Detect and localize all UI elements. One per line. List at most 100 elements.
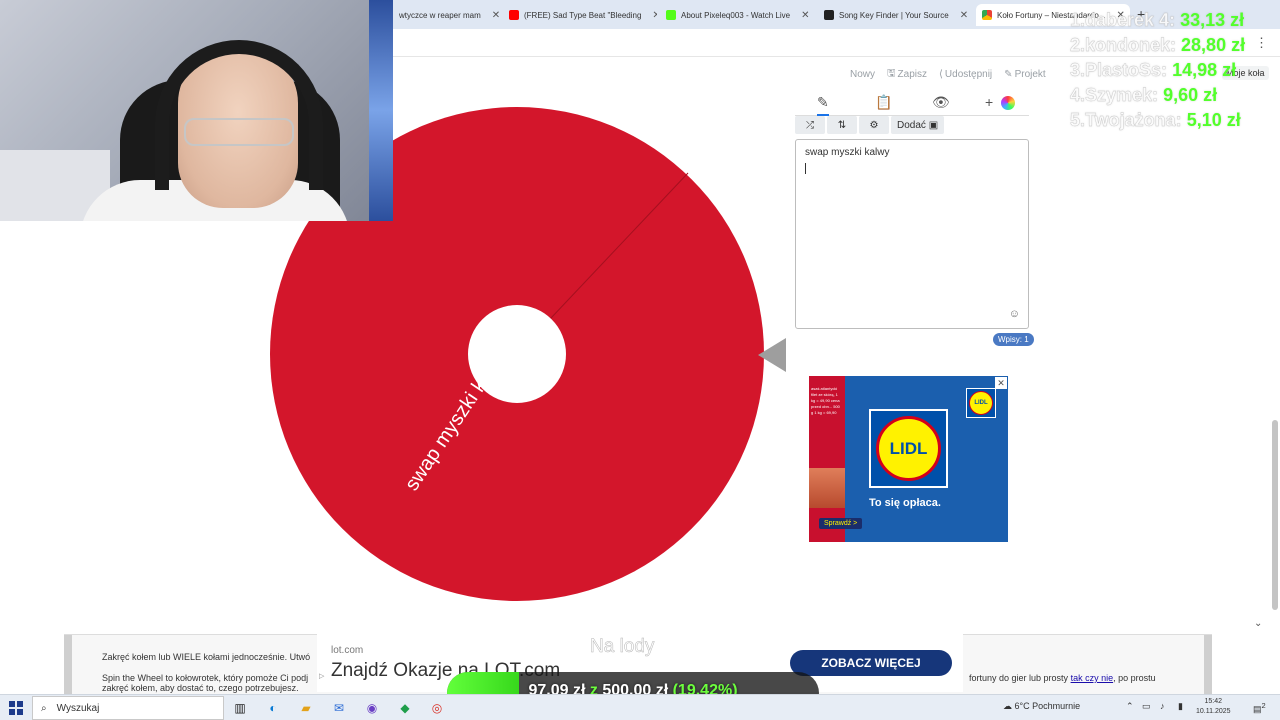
discord-icon[interactable]: ◉ — [363, 699, 381, 717]
donor-name: 1.daberek 4: — [1070, 10, 1176, 30]
browser-menu-icon[interactable]: ⋮ — [1255, 35, 1268, 51]
close-tab-icon[interactable]: ✕ — [954, 10, 968, 21]
add-tab-button[interactable]: + — [985, 94, 993, 110]
tab-label: (FREE) Sad Type Beat "Bleeding — [524, 10, 642, 20]
mail-icon[interactable]: ✉ — [330, 699, 348, 717]
settings-button[interactable]: ⚙ — [859, 116, 889, 134]
donor-amount: 14,98 zł — [1172, 60, 1237, 80]
ad-close-icon[interactable]: ✕ — [995, 377, 1007, 389]
notifications-icon[interactable]: ▤2 — [1253, 701, 1266, 715]
sort-button[interactable]: ⇅ — [827, 116, 857, 134]
webcam-overlay — [0, 0, 393, 221]
ad-tagline: To się opłaca. — [869, 497, 941, 509]
donor-amount: 33,13 zł — [1180, 10, 1245, 30]
speaker-icon[interactable]: ♪ — [1160, 701, 1165, 711]
leaderboard-row: 4.Szymek: 9,60 zł — [1070, 83, 1245, 108]
lidl-logo-small-text: LIDL — [969, 391, 993, 415]
donor-name: 5.Twojażona: — [1070, 110, 1182, 130]
donor-amount: 9,60 zł — [1163, 85, 1218, 105]
tab-label: wtyczce w reaper mam — [399, 10, 481, 20]
close-tab-icon[interactable]: ✕ — [795, 10, 809, 21]
donor-name: 2.kondonek: — [1070, 35, 1177, 55]
weather-widget[interactable]: ☁ 6°C Pochmurnie — [1003, 701, 1080, 712]
editor-tabs: ✎ 📋 👁 + — [795, 90, 1029, 116]
taskbar-clock[interactable]: 15:42 10.11.2025 — [1196, 697, 1231, 717]
add-image-button[interactable]: Dodać ▣ — [891, 116, 945, 134]
emoji-icon[interactable]: ☺ — [1009, 308, 1020, 320]
tab-label: Song Key Finder | Your Source — [839, 10, 949, 20]
leaderboard-row: 2.kondonek: 28,80 zł — [1070, 33, 1245, 58]
share-label: Udostępnij — [944, 69, 993, 80]
results-tab[interactable]: 📋 — [875, 94, 892, 111]
battery-icon[interactable]: ▮ — [1178, 701, 1183, 712]
ad-info-icon[interactable]: ▷ — [319, 672, 324, 680]
youtube-icon — [509, 10, 519, 20]
new-button[interactable]: Nowy — [850, 66, 875, 83]
leaderboard-row: 3.PlastoSs: 14,98 zł — [1070, 58, 1245, 83]
save-button[interactable]: 🖫 Zapisz — [887, 66, 927, 83]
chrome-taskbar-icon[interactable]: ◎ — [428, 699, 446, 717]
page-toolbar: Nowy 🖫 Zapisz ⟨ Udostępnij ✎ Projekt — [850, 66, 1046, 83]
description-text: Spin the Wheel to kołowrotek, który pomo… — [102, 673, 309, 683]
lidl-logo: LIDL — [869, 409, 948, 488]
donation-leaderboard: 1.daberek 4: 33,13 zł 2.kondonek: 28,80 … — [1070, 8, 1245, 133]
tray-overflow-icon[interactable]: ⌃ — [1126, 701, 1134, 712]
windows-start-icon[interactable] — [9, 701, 23, 715]
description-line: fortuny do gier lub prosty tak czy nie, … — [969, 673, 1156, 683]
close-tab-icon[interactable]: ✕ — [646, 10, 657, 21]
entries-count-badge: Wpisy: 1 — [993, 333, 1034, 346]
taskbar-search-input[interactable]: ⌕ Wyszukaj — [32, 696, 224, 720]
description-text: , po prostu — [1113, 673, 1156, 683]
vpn-icon[interactable]: ◆ — [396, 699, 414, 717]
save-label: Zapisz — [897, 69, 927, 80]
share-button[interactable]: ⟨ Udostępnij — [939, 66, 992, 83]
share-icon: ⟨ — [939, 69, 943, 80]
page-gutter — [1204, 635, 1212, 695]
shuffle-button[interactable]: ⤮ — [795, 116, 825, 134]
projects-button[interactable]: ✎ Projekt — [1004, 66, 1046, 83]
browser-tab[interactable]: Song Key Finder | Your Source ✕ — [818, 4, 973, 26]
browser-tab[interactable]: About Pixeleq003 - Watch Live ✕ — [660, 4, 813, 26]
ad-cta-button[interactable]: ZOBACZ WIĘCEJ — [790, 650, 952, 676]
file-explorer-icon[interactable]: ▰ — [297, 699, 315, 717]
browser-tab[interactable]: wtyczce w reaper mam ✕ — [393, 4, 501, 26]
close-tab-icon[interactable]: ✕ — [486, 10, 500, 21]
page-scrollbar[interactable] — [1272, 420, 1278, 610]
page-gutter — [64, 635, 72, 695]
kick-icon — [666, 10, 676, 20]
ad-domain: lot.com — [331, 645, 364, 656]
entry-line: swap myszki kalwy — [805, 147, 890, 158]
edge-icon[interactable]: ◐ — [264, 699, 282, 717]
stream-goal-title: Na lody — [590, 636, 655, 658]
pencil-icon: ✎ — [1004, 69, 1013, 80]
search-icon: ⌕ — [41, 702, 47, 714]
fish-image — [809, 468, 845, 508]
donor-name: 3.PlastoSs: — [1070, 60, 1168, 80]
color-palette-icon[interactable] — [1001, 96, 1015, 110]
description-text: zakręć kołem, aby dostać to, czego potrz… — [102, 683, 299, 693]
browser-tab[interactable]: (FREE) Sad Type Beat "Bleeding ✕ — [503, 4, 657, 26]
edit-entries-tab[interactable]: ✎ — [817, 94, 829, 116]
leaderboard-row: 5.Twojażona: 5,10 zł — [1070, 108, 1245, 133]
webcam-headset — [155, 40, 323, 190]
task-view-icon[interactable]: ▥ — [231, 699, 249, 717]
wheel-pointer — [758, 338, 786, 372]
description-line: Zakręć kołem lub WIELE kołami jednocześn… — [102, 652, 311, 662]
yes-no-link[interactable]: tak czy nie — [1071, 673, 1114, 683]
entries-textarea[interactable]: swap myszki kalwy ☺ — [795, 139, 1029, 329]
webcam-led-strip — [369, 0, 393, 221]
donor-name: 4.Szymek: — [1070, 85, 1159, 105]
description-line: Spin the Wheel to kołowrotek, który pomo… — [102, 673, 308, 693]
donor-amount: 28,80 zł — [1181, 35, 1246, 55]
clock-time: 15:42 — [1204, 698, 1223, 705]
webcam-glasses — [184, 118, 294, 146]
hidden-entries-tab[interactable]: 👁 — [932, 94, 950, 111]
ad-cta-button[interactable]: Sprawdź > — [819, 518, 863, 529]
lidl-ad[interactable]: asaś atlantycki filet ze skórą, 1 kg = 4… — [809, 376, 1008, 542]
save-icon: 🖫 — [887, 68, 896, 79]
songkey-icon — [824, 10, 834, 20]
chevron-down-icon[interactable]: ⌄ — [1254, 618, 1262, 629]
text-caret — [805, 163, 806, 174]
windows-taskbar: ⌕ Wyszukaj ▥ ◐ ▰ ✉ ◉ ◆ ◎ ☁ 6°C Pochmurni… — [0, 694, 1280, 720]
network-icon[interactable]: ▭ — [1142, 701, 1151, 712]
